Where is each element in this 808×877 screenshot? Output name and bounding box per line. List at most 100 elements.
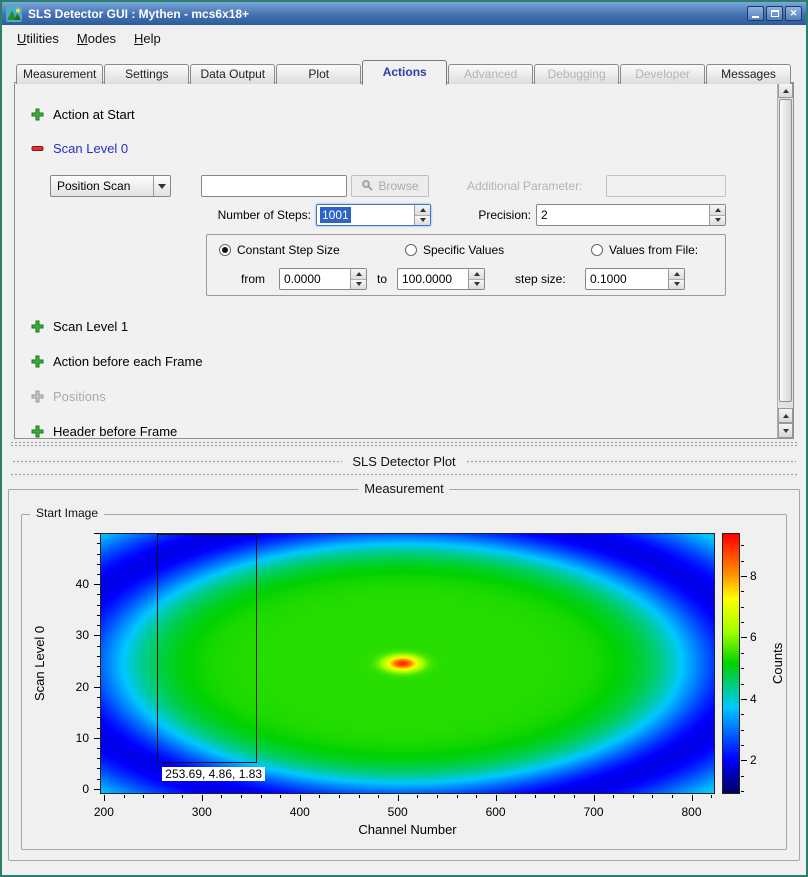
radio-icon[interactable]	[405, 244, 417, 256]
radio-label: Constant Step Size	[237, 243, 340, 257]
browse-icon	[361, 179, 373, 194]
cursor-position-readout: 253.69, 4.86, 1.83	[162, 767, 265, 781]
tab-data-output[interactable]: Data Output	[190, 64, 275, 84]
tab-settings[interactable]: Settings	[104, 64, 189, 84]
splitter-label: SLS Detector Plot	[352, 454, 455, 469]
expand-plus-icon[interactable]	[31, 320, 44, 333]
scan-mode-value: Position Scan	[51, 179, 153, 193]
step-definition-group: Constant Step Size Specific Values Value…	[206, 234, 726, 296]
scan-file-input[interactable]	[201, 175, 347, 197]
maximize-icon	[771, 10, 779, 17]
header-before-frame-label: Header before Frame	[53, 424, 177, 439]
measurement-group-title: Measurement	[358, 481, 449, 496]
spin-up-icon[interactable]	[710, 205, 725, 216]
scrollbar-thumb[interactable]	[779, 99, 792, 402]
splitter-handle[interactable]: SLS Detector Plot	[2, 439, 806, 487]
tab-messages[interactable]: Messages	[706, 64, 791, 84]
app-icon	[6, 6, 22, 22]
additional-parameter-label: Additional Parameter:	[467, 175, 582, 197]
x-tick-marks	[100, 795, 715, 802]
scan-level-1-label: Scan Level 1	[53, 319, 128, 334]
minimize-button[interactable]	[747, 6, 764, 21]
tab-measurement[interactable]: Measurement	[16, 64, 103, 84]
y-axis-title: Scan Level 0	[32, 533, 47, 794]
colorbar-tick-marks	[741, 533, 748, 794]
step-size-spinbox[interactable]	[585, 268, 685, 290]
measurement-group: Measurement Start Image Scan Level 0 010…	[8, 489, 800, 861]
colorbar-title: Counts	[770, 533, 785, 794]
menu-utilities[interactable]: Utilities	[8, 28, 68, 49]
plot-canvas-frame: 253.69, 4.86, 1.83	[100, 533, 715, 794]
close-button[interactable]: ✕	[785, 6, 802, 21]
spin-down-icon[interactable]	[669, 280, 684, 290]
scan-level-0-row[interactable]: Scan Level 0	[31, 139, 128, 157]
spin-down-icon[interactable]	[415, 216, 430, 226]
tab-bar: Measurement Settings Data Output Plot Ac…	[4, 58, 804, 83]
chevron-down-icon[interactable]	[153, 176, 170, 196]
minimize-icon	[752, 16, 759, 18]
precision-value[interactable]	[537, 205, 709, 225]
scroll-up-button[interactable]	[778, 408, 793, 423]
maximize-button[interactable]	[766, 6, 783, 21]
expand-plus-icon[interactable]	[31, 425, 44, 438]
tab-debugging: Debugging	[534, 64, 619, 84]
app-window: SLS Detector GUI : Mythen - mcs6x18+ ✕ U…	[0, 0, 808, 877]
from-spinbox[interactable]	[279, 268, 367, 290]
close-icon: ✕	[790, 9, 798, 18]
splitter-dots[interactable]	[10, 441, 798, 448]
collapse-minus-icon[interactable]	[31, 142, 44, 155]
spin-down-icon[interactable]	[351, 280, 366, 290]
spin-down-icon[interactable]	[710, 216, 725, 226]
splitter-dots[interactable]	[466, 460, 796, 464]
to-value[interactable]	[398, 269, 468, 289]
window-title: SLS Detector GUI : Mythen - mcs6x18+	[28, 7, 747, 21]
precision-spinbox[interactable]	[536, 204, 726, 226]
expand-plus-icon[interactable]	[31, 355, 44, 368]
menu-help[interactable]: Help	[125, 28, 170, 49]
spin-up-icon[interactable]	[469, 269, 484, 280]
spin-up-icon[interactable]	[669, 269, 684, 280]
step-size-label: step size:	[515, 268, 566, 290]
expand-plus-icon[interactable]	[31, 108, 44, 121]
to-label: to	[377, 268, 387, 290]
scan-mode-select[interactable]: Position Scan	[50, 175, 171, 197]
additional-parameter-input	[606, 175, 726, 197]
zoom-selection-rect[interactable]	[157, 534, 257, 763]
splitter-dots[interactable]	[10, 473, 798, 477]
browse-button: Browse	[351, 175, 429, 197]
actions-panel: Action at Start Scan Level 0 Position Sc…	[14, 82, 794, 439]
step-size-value[interactable]	[586, 269, 668, 289]
radio-constant-step-size[interactable]: Constant Step Size	[219, 243, 340, 257]
radio-values-from-file[interactable]: Values from File:	[591, 243, 698, 257]
action-at-start-row[interactable]: Action at Start	[31, 105, 135, 123]
scan-level-1-row[interactable]: Scan Level 1	[31, 317, 128, 335]
from-value[interactable]	[280, 269, 350, 289]
spin-up-icon[interactable]	[415, 205, 430, 216]
expand-plus-icon-disabled	[31, 390, 44, 403]
titlebar[interactable]: SLS Detector GUI : Mythen - mcs6x18+ ✕	[2, 2, 806, 25]
tab-plot[interactable]: Plot	[276, 64, 361, 84]
spin-up-icon[interactable]	[351, 269, 366, 280]
scan-level-0-label: Scan Level 0	[53, 141, 128, 156]
x-tick-labels: 200300400500600700800	[100, 805, 715, 819]
to-spinbox[interactable]	[397, 268, 485, 290]
colorbar-frame	[722, 533, 740, 794]
radio-specific-values[interactable]: Specific Values	[405, 243, 504, 257]
radio-icon[interactable]	[219, 244, 231, 256]
menu-modes[interactable]: Modes	[68, 28, 125, 49]
tab-actions[interactable]: Actions	[362, 60, 447, 85]
tab-developer: Developer	[620, 64, 705, 84]
action-before-frame-label: Action before each Frame	[53, 354, 203, 369]
splitter-dots[interactable]	[12, 460, 342, 464]
start-image-group-title: Start Image	[30, 506, 104, 520]
number-of-steps-spinbox[interactable]: 1001	[316, 204, 431, 226]
scroll-down-button[interactable]	[778, 423, 793, 438]
start-image-group: Start Image Scan Level 0 010203040 253.6…	[21, 514, 787, 850]
spin-down-icon[interactable]	[469, 280, 484, 290]
header-before-frame-row[interactable]: Header before Frame	[31, 422, 177, 439]
vertical-scrollbar[interactable]	[777, 83, 793, 438]
radio-icon[interactable]	[591, 244, 603, 256]
action-before-frame-row[interactable]: Action before each Frame	[31, 352, 203, 370]
scroll-up-button[interactable]	[778, 83, 793, 98]
number-of-steps-value[interactable]: 1001	[317, 205, 414, 225]
